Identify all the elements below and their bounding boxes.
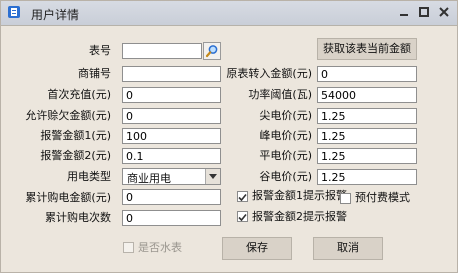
total-purchase-amount-input[interactable] bbox=[122, 189, 221, 205]
user-details-window: 用户详情 表号 商铺号 首次充值(元) 允许赊欠金额(元) 报警金额1(元) 报… bbox=[0, 0, 458, 273]
alarm2-label: 报警金额2(元) bbox=[40, 149, 111, 162]
alarm1-prompt-label: 报警金额1提示报警 bbox=[252, 189, 347, 202]
usage-type-label: 用电类型 bbox=[67, 170, 111, 183]
alarm2-input[interactable] bbox=[122, 148, 221, 164]
usage-type-value: 商业用电 bbox=[127, 172, 171, 185]
peak-price-label: 峰电价(元) bbox=[259, 129, 312, 142]
water-meter-label: 是否水表 bbox=[138, 241, 182, 254]
get-current-amount-button[interactable]: 获取该表当前金额 bbox=[317, 38, 417, 60]
title-bar[interactable]: 用户详情 bbox=[1, 1, 457, 26]
app-icon bbox=[7, 5, 21, 19]
check-icon bbox=[238, 213, 247, 222]
sharp-price-label: 尖电价(元) bbox=[259, 109, 312, 122]
alarm2-prompt-checkbox[interactable] bbox=[237, 211, 248, 222]
prepay-mode-checkbox[interactable] bbox=[340, 193, 351, 204]
valley-price-input[interactable] bbox=[317, 169, 417, 185]
meter-no-input[interactable] bbox=[122, 43, 202, 59]
check-icon bbox=[238, 193, 247, 202]
prepay-mode-label: 预付费模式 bbox=[355, 191, 410, 204]
minimize-icon[interactable] bbox=[396, 5, 412, 19]
first-recharge-label: 首次充值(元) bbox=[47, 88, 111, 101]
total-purchase-times-label: 累计购电次数 bbox=[45, 211, 111, 224]
alarm1-label: 报警金额1(元) bbox=[40, 129, 111, 142]
flat-price-input[interactable] bbox=[317, 148, 417, 164]
power-threshold-label: 功率阈值(瓦) bbox=[248, 88, 312, 101]
alarm1-input[interactable] bbox=[122, 128, 221, 144]
transfer-amount-input[interactable] bbox=[317, 66, 417, 82]
alarm2-prompt-label: 报警金额2提示报警 bbox=[252, 210, 347, 223]
meter-no-label: 表号 bbox=[89, 44, 111, 57]
dropdown-button[interactable] bbox=[205, 169, 220, 184]
flat-price-label: 平电价(元) bbox=[259, 149, 312, 162]
alarm1-prompt-checkbox[interactable] bbox=[237, 191, 248, 202]
maximize-icon[interactable] bbox=[416, 5, 432, 19]
total-purchase-amount-label: 累计购电金额(元) bbox=[25, 191, 111, 204]
peak-price-input[interactable] bbox=[317, 128, 417, 144]
overdraft-input[interactable] bbox=[122, 108, 221, 124]
overdraft-label: 允许赊欠金额(元) bbox=[25, 109, 111, 122]
shop-no-label: 商铺号 bbox=[78, 67, 111, 80]
sharp-price-input[interactable] bbox=[317, 108, 417, 124]
first-recharge-input[interactable] bbox=[122, 87, 221, 103]
shop-no-input[interactable] bbox=[122, 66, 221, 82]
search-button[interactable] bbox=[203, 42, 221, 60]
cancel-button[interactable]: 取消 bbox=[313, 237, 383, 260]
search-icon bbox=[205, 45, 218, 58]
usage-type-select[interactable]: 商业用电 bbox=[122, 168, 221, 185]
water-meter-checkbox[interactable] bbox=[123, 242, 134, 253]
power-threshold-input[interactable] bbox=[317, 87, 417, 103]
valley-price-label: 谷电价(元) bbox=[259, 170, 312, 183]
total-purchase-times-input[interactable] bbox=[122, 210, 221, 226]
chevron-down-icon bbox=[209, 173, 217, 179]
window-title: 用户详情 bbox=[31, 8, 80, 22]
transfer-amount-label: 原表转入金额(元) bbox=[226, 67, 312, 80]
save-button[interactable]: 保存 bbox=[222, 237, 292, 260]
close-icon[interactable] bbox=[436, 5, 452, 19]
